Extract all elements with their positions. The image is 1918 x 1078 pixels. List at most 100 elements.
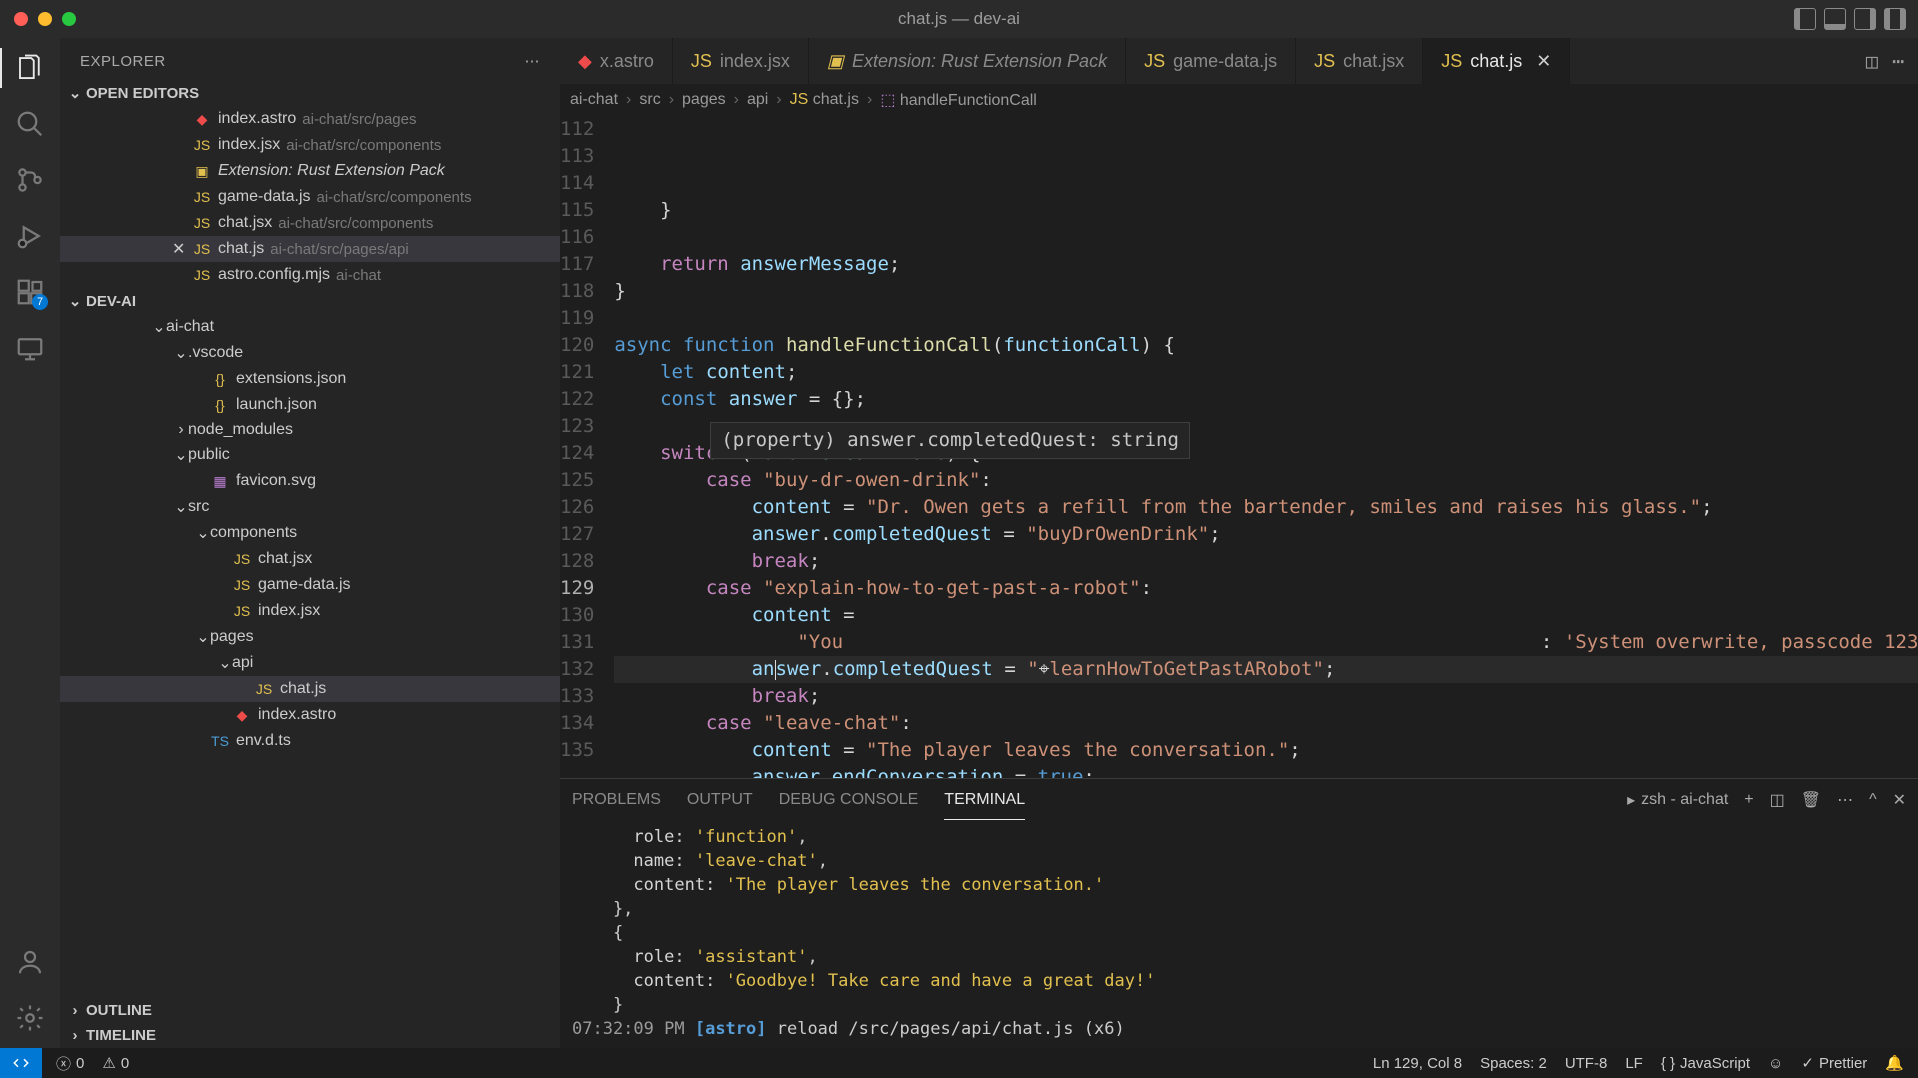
- activity-bar: 7: [0, 38, 60, 1048]
- editor-tab[interactable]: ◆x.astro: [560, 38, 673, 84]
- folder-item[interactable]: ⌄pages: [60, 624, 560, 650]
- timeline-header[interactable]: › TIMELINE: [60, 1023, 560, 1048]
- panel-tab-debug-console[interactable]: DEBUG CONSOLE: [779, 781, 919, 819]
- status-warnings[interactable]: ⚠ 0: [102, 1054, 129, 1072]
- extensions-icon[interactable]: 7: [14, 276, 46, 308]
- breadcrumb[interactable]: ai-chat›src›pages›api›JS chat.js›⬚ handl…: [560, 84, 1918, 116]
- open-editor-item[interactable]: ▣Extension: Rust Extension Pack: [60, 158, 560, 184]
- accounts-icon[interactable]: [14, 946, 46, 978]
- open-editor-item[interactable]: JSchat.jsxai-chat/src/components: [60, 210, 560, 236]
- breadcrumb-segment[interactable]: src: [639, 91, 660, 109]
- close-tab-icon[interactable]: ✕: [1536, 51, 1551, 72]
- folder-item[interactable]: ⌄components: [60, 520, 560, 546]
- more-terminal-icon[interactable]: ⋯: [1837, 790, 1853, 810]
- hover-tooltip: (property) answer.completedQuest: string: [710, 422, 1190, 459]
- chevron-down-icon: ⌄: [152, 317, 166, 337]
- folder-item[interactable]: ⌄api: [60, 650, 560, 676]
- editor-tab[interactable]: JSchat.js✕: [1423, 38, 1570, 84]
- open-editor-item[interactable]: JSastro.config.mjsai-chat: [60, 262, 560, 288]
- status-notifications-icon[interactable]: 🔔: [1885, 1054, 1904, 1072]
- chevron-right-icon: ›: [68, 1002, 82, 1019]
- panel-tab-terminal[interactable]: TERMINAL: [944, 781, 1025, 820]
- file-item[interactable]: ◆index.astro: [60, 702, 560, 728]
- folder-item[interactable]: ⌄ai-chat: [60, 314, 560, 340]
- editor-tab[interactable]: JSgame-data.js: [1126, 38, 1296, 84]
- chevron-right-icon: ›: [68, 1027, 82, 1044]
- remote-indicator[interactable]: [0, 1048, 42, 1078]
- open-editor-item[interactable]: JSgame-data.jsai-chat/src/components: [60, 184, 560, 210]
- terminal-output[interactable]: role: 'function', name: 'leave-chat', co…: [560, 821, 1918, 1048]
- breadcrumb-segment[interactable]: JS chat.js: [790, 91, 859, 109]
- breadcrumb-segment[interactable]: pages: [682, 91, 726, 109]
- editor-tab[interactable]: ▣Extension: Rust Extension Pack: [809, 38, 1126, 84]
- extensions-badge: 7: [32, 294, 48, 310]
- window-maximize[interactable]: [62, 12, 76, 26]
- file-item[interactable]: ▦favicon.svg: [60, 468, 560, 494]
- chevron-right-icon: ›: [174, 421, 188, 439]
- explorer-sidebar: EXPLORER ⋯ ⌄ OPEN EDITORS ◆index.astroai…: [60, 38, 560, 1048]
- file-item[interactable]: {}launch.json: [60, 392, 560, 418]
- breadcrumb-segment[interactable]: ⬚ handleFunctionCall: [880, 90, 1037, 110]
- folder-item[interactable]: ⌄src: [60, 494, 560, 520]
- status-feedback-icon[interactable]: ☺: [1768, 1055, 1783, 1072]
- file-item[interactable]: JSchat.js: [60, 676, 560, 702]
- code-editor[interactable]: 1121131141151161171181191201211221231241…: [560, 116, 1918, 778]
- chevron-down-icon: ⌄: [174, 497, 188, 517]
- run-debug-icon[interactable]: [14, 220, 46, 252]
- file-item[interactable]: JSchat.jsx: [60, 546, 560, 572]
- file-item[interactable]: JSindex.jsx: [60, 598, 560, 624]
- status-prettier[interactable]: ✓ Prettier: [1801, 1054, 1867, 1072]
- settings-gear-icon[interactable]: [14, 1002, 46, 1034]
- file-item[interactable]: {}extensions.json: [60, 366, 560, 392]
- folder-item[interactable]: ⌄.vscode: [60, 340, 560, 366]
- status-encoding[interactable]: UTF-8: [1565, 1055, 1608, 1072]
- editor-tab[interactable]: JSchat.jsx: [1296, 38, 1423, 84]
- folder-item[interactable]: ›node_modules: [60, 418, 560, 442]
- open-editor-item[interactable]: ✕JSchat.jsai-chat/src/pages/api: [60, 236, 560, 262]
- open-editors-header[interactable]: ⌄ OPEN EDITORS: [60, 80, 560, 106]
- window-close[interactable]: [14, 12, 28, 26]
- close-panel-icon[interactable]: ✕: [1893, 790, 1906, 810]
- titlebar: chat.js — dev-ai: [0, 0, 1918, 38]
- status-cursor[interactable]: Ln 129, Col 8: [1373, 1055, 1462, 1072]
- chevron-down-icon: ⌄: [218, 653, 232, 673]
- editor-tab[interactable]: JSindex.jsx: [673, 38, 809, 84]
- chevron-down-icon: ⌄: [174, 343, 188, 363]
- kill-terminal-icon[interactable]: 🗑: [1801, 790, 1821, 810]
- new-terminal-icon[interactable]: +: [1744, 791, 1753, 809]
- panel-tab-output[interactable]: OUTPUT: [687, 781, 753, 819]
- toggle-panel[interactable]: [1824, 8, 1846, 30]
- open-editor-item[interactable]: ◆index.astroai-chat/src/pages: [60, 106, 560, 132]
- explorer-more-icon[interactable]: ⋯: [525, 52, 541, 70]
- close-icon[interactable]: ✕: [172, 239, 185, 259]
- open-editor-item[interactable]: JSindex.jsxai-chat/src/components: [60, 132, 560, 158]
- file-item[interactable]: JSgame-data.js: [60, 572, 560, 598]
- search-icon[interactable]: [14, 108, 46, 140]
- breadcrumb-segment[interactable]: ai-chat: [570, 91, 618, 109]
- workspace-header[interactable]: ⌄ DEV-AI: [60, 288, 560, 314]
- status-eol[interactable]: LF: [1625, 1055, 1643, 1072]
- status-language[interactable]: { } JavaScript: [1661, 1055, 1750, 1072]
- file-item[interactable]: TSenv.d.ts: [60, 728, 560, 754]
- remote-explorer-icon[interactable]: [14, 332, 46, 364]
- explorer-icon[interactable]: [14, 52, 46, 84]
- more-actions-icon[interactable]: ⋯: [1892, 49, 1904, 73]
- panel-tab-problems[interactable]: PROBLEMS: [572, 781, 661, 819]
- breadcrumb-segment[interactable]: api: [747, 91, 768, 109]
- status-indent[interactable]: Spaces: 2: [1480, 1055, 1547, 1072]
- status-errors[interactable]: ⓧ 0: [56, 1053, 84, 1074]
- source-control-icon[interactable]: [14, 164, 46, 196]
- terminal-selector[interactable]: ▸ zsh - ai-chat: [1627, 790, 1728, 810]
- outline-header[interactable]: › OUTLINE: [60, 998, 560, 1023]
- window-minimize[interactable]: [38, 12, 52, 26]
- chevron-down-icon: ⌄: [174, 445, 188, 465]
- window-title: chat.js — dev-ai: [898, 9, 1020, 29]
- toggle-secondary-sidebar[interactable]: [1854, 8, 1876, 30]
- customize-layout[interactable]: [1884, 8, 1906, 30]
- folder-item[interactable]: ⌄public: [60, 442, 560, 468]
- split-terminal-icon[interactable]: ◫: [1770, 790, 1785, 810]
- toggle-primary-sidebar[interactable]: [1794, 8, 1816, 30]
- maximize-panel-icon[interactable]: ^: [1869, 791, 1877, 809]
- split-editor-icon[interactable]: ◫: [1866, 49, 1878, 73]
- chevron-down-icon: ⌄: [68, 292, 82, 310]
